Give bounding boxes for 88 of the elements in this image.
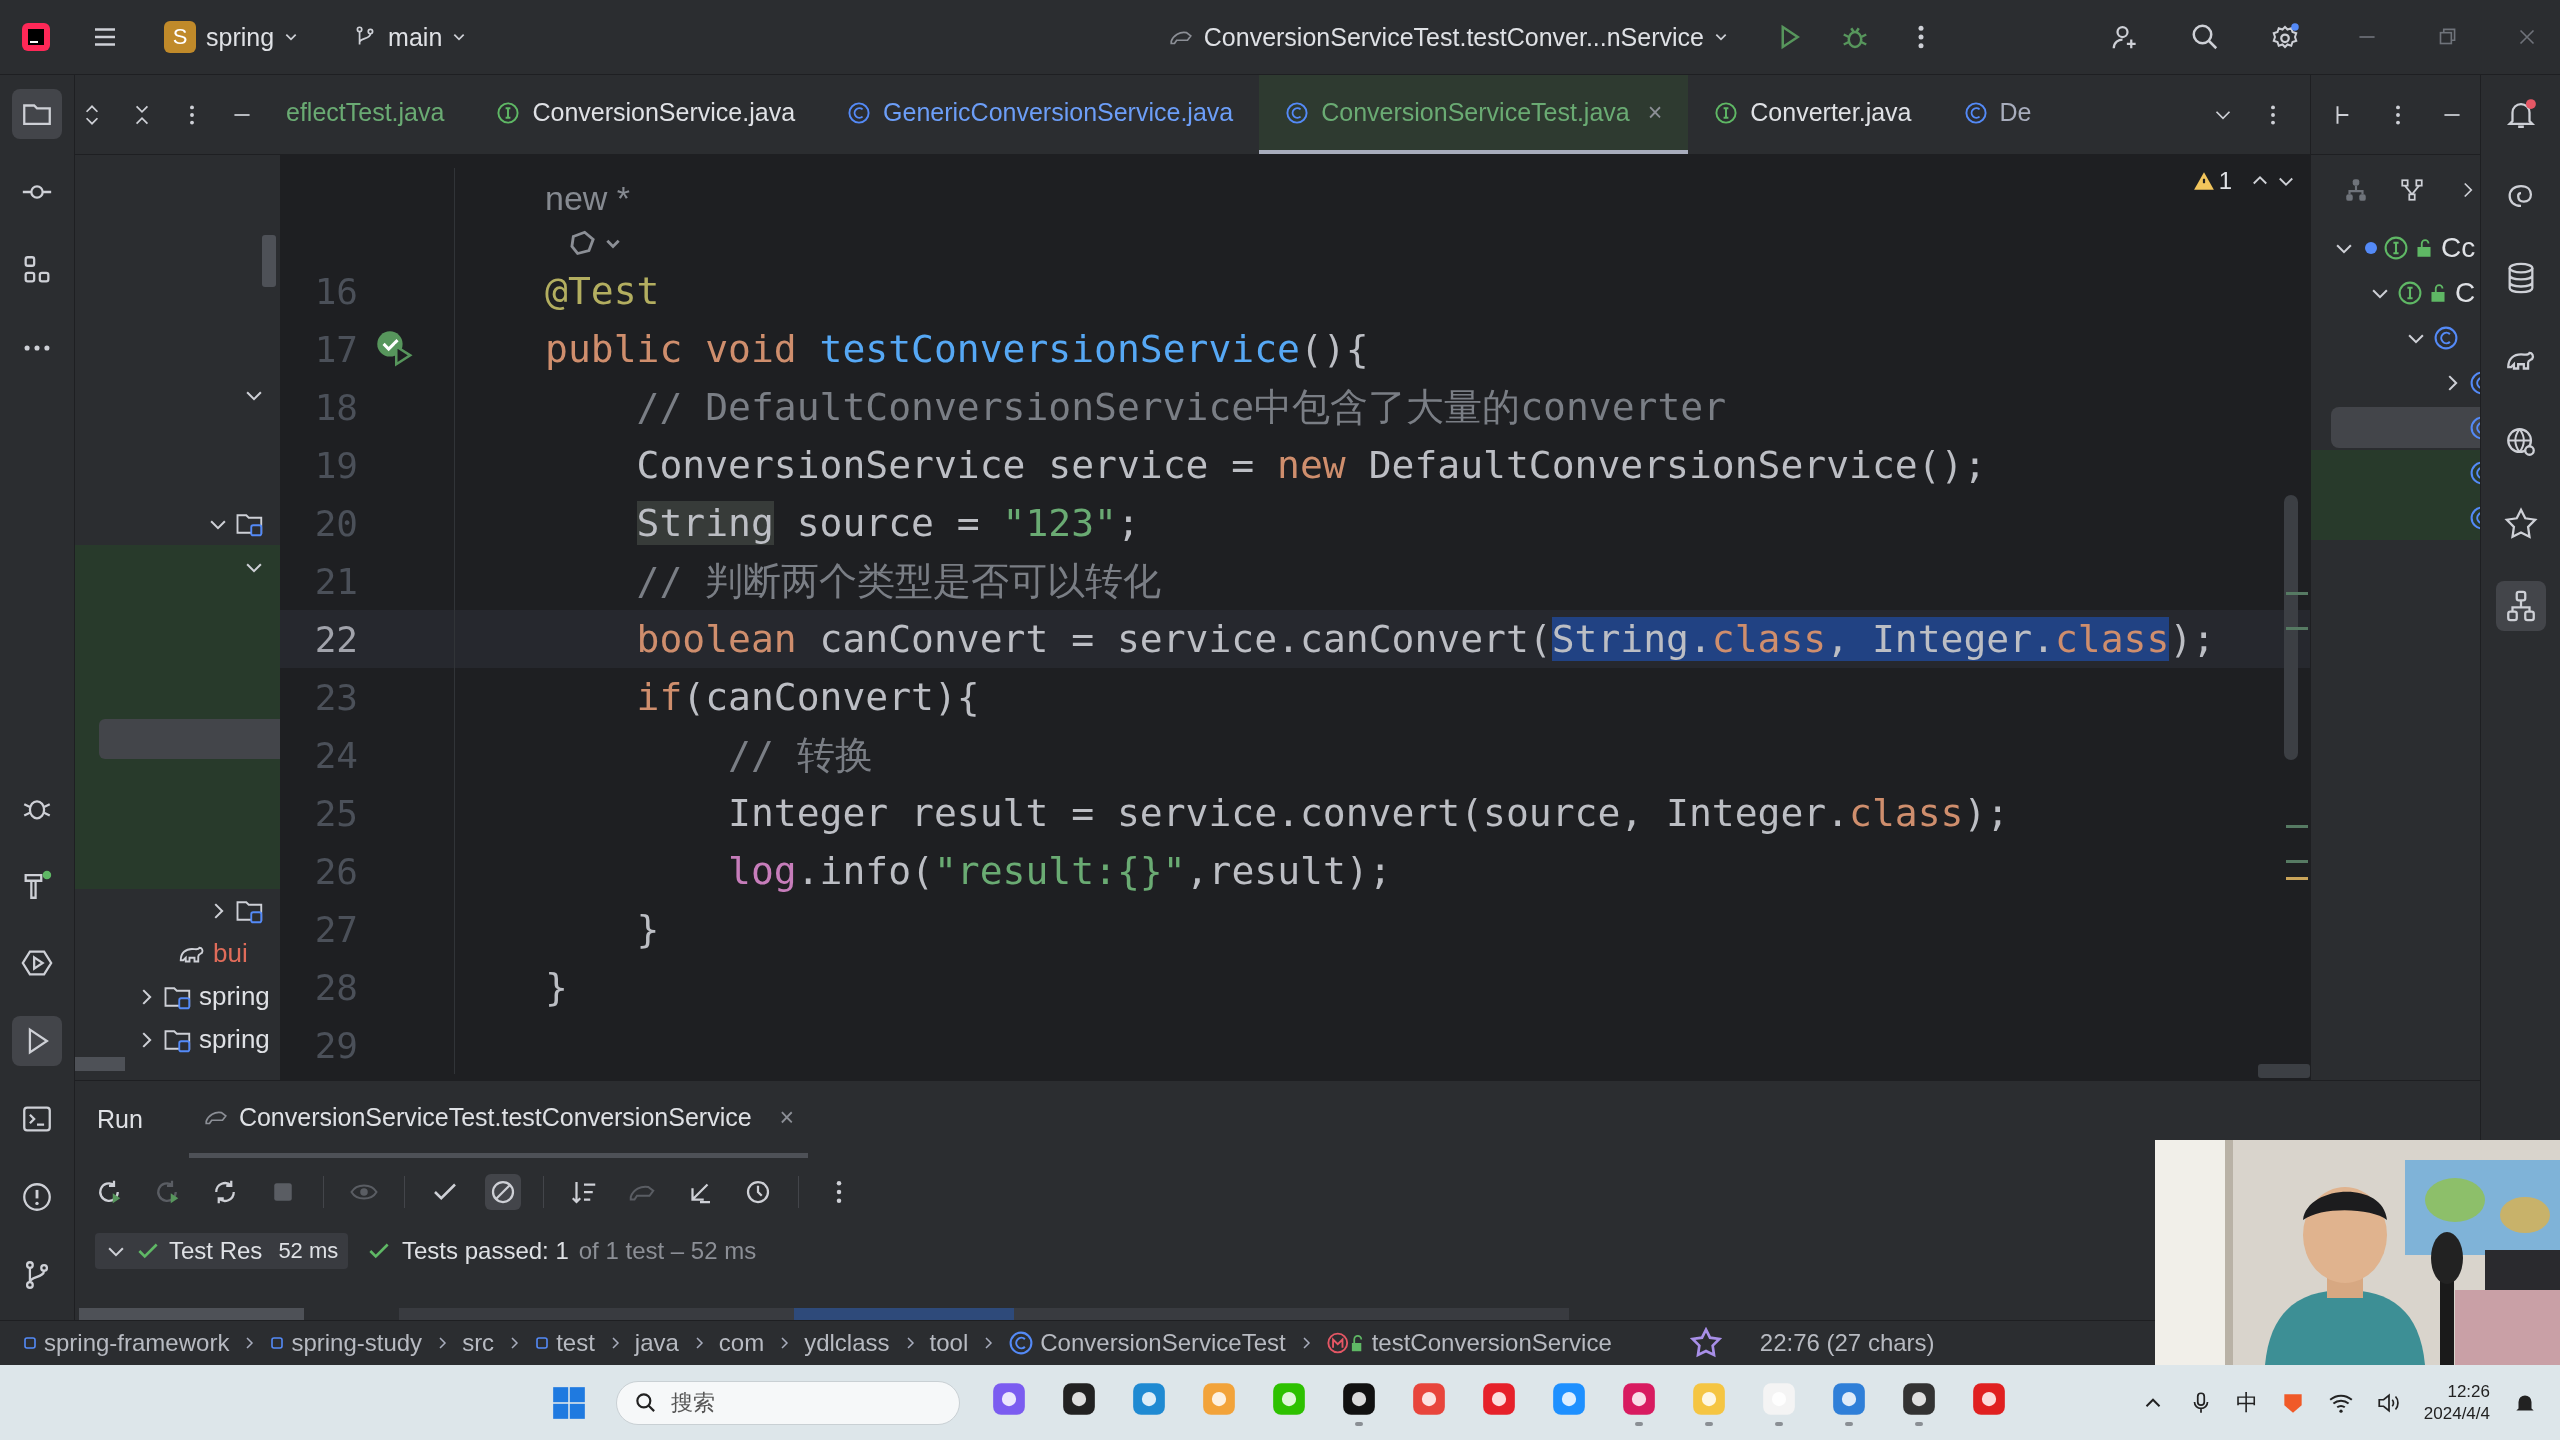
change-marker: [2286, 592, 2308, 595]
run-icon[interactable]: [12, 1016, 62, 1066]
branch-icon[interactable]: [2399, 177, 2425, 203]
code-line: }: [545, 965, 568, 1009]
tree-item-label[interactable]: bui: [213, 938, 248, 969]
input-method-indicator[interactable]: 中: [2235, 1387, 2258, 1418]
module-icon: [534, 1335, 551, 1351]
code-line: public void testConversionService(){: [545, 327, 1369, 371]
warning-marker: [2286, 877, 2308, 880]
scrollbar[interactable]: [262, 235, 276, 287]
hierarchy-icon[interactable]: [2495, 581, 2546, 631]
text-selection: class: [1711, 617, 1827, 661]
test-results-node[interactable]: Test Res 52 ms: [95, 1233, 349, 1269]
tree-item-label[interactable]: Cc: [2441, 231, 2476, 264]
class-icon: [1008, 1330, 1035, 1356]
module-icon: [269, 1335, 286, 1351]
file-tab[interactable]: eflectTest.java: [280, 75, 471, 154]
warning-indicator[interactable]: 1: [2192, 167, 2232, 195]
search-icon[interactable]: [2190, 22, 2220, 52]
branch-switcher[interactable]: main: [342, 16, 477, 58]
run-config-selector[interactable]: ConversionServiceTest.testConver...nService: [1157, 16, 1738, 58]
scrollbar[interactable]: [2258, 1064, 2310, 1078]
test-status: Tests passed: 1: [402, 1237, 569, 1265]
tree-item-label[interactable]: spring: [199, 981, 270, 1012]
tool-window-title: Run: [97, 1105, 143, 1134]
test-detail: of 1 test – 52 ms: [578, 1237, 757, 1265]
tree-item-label[interactable]: spring: [199, 1024, 270, 1055]
breadcrumb[interactable]: ydlclass: [804, 1329, 890, 1357]
file-tab[interactable]: Converter.java: [1688, 75, 1938, 154]
change-marker: [2286, 825, 2308, 828]
code-line: // 判断两个类型是否可以转化: [635, 557, 1162, 605]
code-line: String source = "123";: [635, 501, 1140, 545]
interface-icon: [2383, 234, 2409, 261]
scrollbar[interactable]: [79, 1308, 304, 1320]
breadcrumb[interactable]: testConversionService: [1325, 1329, 1612, 1357]
module-icon: [22, 1335, 38, 1351]
breadcrumb[interactable]: com: [718, 1329, 765, 1357]
interface-icon: [2397, 279, 2423, 306]
code-line: ConversionService service = new DefaultConversionService();: [635, 443, 1987, 487]
text-selection: class: [2055, 617, 2170, 661]
search-field[interactable]: 搜索: [616, 1380, 960, 1425]
breadcrumb[interactable]: src: [462, 1329, 495, 1357]
clock-date[interactable]: 2024/4/4: [2423, 1402, 2490, 1424]
breadcrumb[interactable]: spring-framework: [22, 1329, 230, 1357]
tree-item-label[interactable]: C: [2455, 276, 2476, 309]
ignore-icon[interactable]: [485, 1174, 521, 1210]
text-selection: , Integer.: [1826, 617, 2055, 661]
breadcrumb[interactable]: spring-study: [269, 1329, 423, 1357]
code-line: Integer result = service.convert(source, Integer.class);: [727, 791, 2010, 835]
interface-icon: [496, 100, 521, 125]
code-line: log.info("result:{}",result);: [727, 849, 1392, 893]
project-switcher[interactable]: S spring: [154, 15, 309, 59]
file-tab[interactable]: De: [1937, 75, 2058, 154]
run-tab[interactable]: ConversionServiceTest.testConversionService ×: [188, 1081, 809, 1158]
interface-icon: [1714, 100, 1739, 125]
code-line: // DefaultConversionService中包含了大量的converter: [635, 383, 1727, 431]
app-logo-icon[interactable]: [20, 21, 52, 53]
file-tab[interactable]: GenericConversionService.java: [821, 75, 1260, 154]
breadcrumb[interactable]: ConversionServiceTest: [1008, 1329, 1286, 1357]
breadcrumb[interactable]: test: [534, 1329, 595, 1357]
breadcrumb[interactable]: tool: [929, 1329, 969, 1357]
lock-icon: [2415, 238, 2433, 257]
code-line: boolean canConvert = service.canConvert(String.class, Integer.class);: [635, 617, 2216, 661]
usage-highlight: String: [636, 501, 774, 545]
star-icon[interactable]: [1689, 1327, 1722, 1359]
file-tab[interactable]: ConversionServiceTest.java ×: [1259, 75, 1689, 154]
scrollbar[interactable]: [75, 1057, 125, 1071]
clock-time[interactable]: 12:26: [2447, 1381, 2490, 1403]
change-marker: [2286, 860, 2308, 863]
folder-icon[interactable]: [12, 89, 62, 139]
change-marker: [2286, 627, 2308, 630]
code-line: @Test: [545, 269, 660, 313]
scrollbar[interactable]: [2284, 495, 2298, 760]
line-number: 22: [313, 618, 358, 660]
lock-icon: [2429, 283, 2447, 302]
code-line: if(canConvert){: [635, 675, 980, 719]
author-hint: new *: [545, 178, 631, 218]
class-icon: [1285, 100, 1310, 125]
code-line: }: [635, 907, 660, 951]
code-line: // 转换: [727, 731, 873, 779]
class-icon: [1963, 100, 1988, 125]
class-icon: [2433, 324, 2459, 351]
class-icon: [847, 100, 872, 125]
test-passed-icon[interactable]: [376, 330, 414, 368]
text-selection: String.: [1551, 617, 1712, 661]
caret-position[interactable]: 22:76 (27 chars): [1759, 1329, 1935, 1357]
file-tab[interactable]: ConversionService.java: [470, 75, 822, 154]
breadcrumb[interactable]: java: [634, 1329, 679, 1357]
